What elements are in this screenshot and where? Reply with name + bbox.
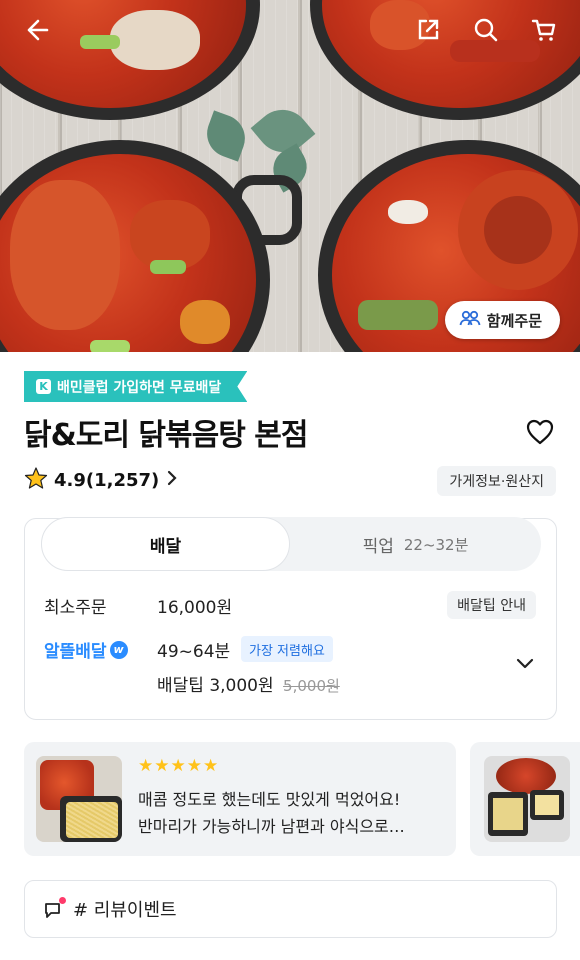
hero-food-image: 함께주문 (0, 0, 580, 352)
saver-delivery-logo: 알뜰배달 w (44, 637, 128, 662)
chevron-down-icon[interactable] (514, 653, 536, 675)
group-order-label: 함께주문 (486, 311, 542, 330)
tab-delivery[interactable]: 배달 (41, 517, 290, 571)
rating-summary[interactable]: 4.9(1,257) (24, 466, 179, 495)
delivery-card: 배달 픽업 22~32분 최소주문 16,000원 배달팁 안내 알뜰배달 w … (24, 517, 557, 720)
order-type-tabs: 배달 픽업 22~32분 (41, 517, 541, 571)
promo-text: 배민클럽 가입하면 무료배달 (57, 379, 222, 396)
tip-guide-button[interactable]: 배달팁 안내 (447, 591, 536, 619)
star-icon (24, 466, 48, 495)
store-name: 닭&도리 닭볶음탕 본점 (24, 418, 308, 453)
group-order-button[interactable]: 함께주문 (444, 301, 560, 339)
delivery-time: 49~64분 (157, 642, 231, 662)
share-icon[interactable] (412, 14, 444, 46)
tab-pickup[interactable]: 픽업 22~32분 (290, 517, 541, 571)
review-line-1: 매콤 정도로 했는데도 맛있게 먹었어요! (138, 790, 401, 809)
club-logo-icon: K (36, 379, 51, 394)
review-photo-next (484, 756, 570, 842)
back-arrow-icon[interactable] (20, 14, 52, 46)
tab-pickup-time: 22~32분 (403, 535, 469, 554)
rating-value: 4.9(1,257) (54, 470, 160, 491)
saver-logo-text: 알뜰배달 (44, 642, 107, 662)
min-order-value: 16,000원 (157, 598, 233, 618)
review-event-label: # 리뷰이벤트 (73, 900, 177, 921)
tab-pickup-label: 픽업 (362, 536, 394, 557)
saver-w-icon: w (109, 640, 128, 659)
megaphone-icon (43, 897, 66, 920)
review-photo (36, 756, 122, 842)
club-promo-banner[interactable]: K 배민클럽 가입하면 무료배달 (24, 371, 247, 402)
min-order-label: 최소주문 (44, 598, 107, 618)
group-icon (459, 309, 481, 331)
cart-icon[interactable] (528, 14, 560, 46)
review-line-2: 반마리가 가능하니까 남편과 야식으로… (138, 817, 405, 836)
delivery-tip-value: 배달팁 3,000원 (157, 676, 274, 696)
delivery-tip-original: 5,000원 (283, 677, 340, 695)
store-info-button[interactable]: 가게정보·원산지 (437, 466, 556, 496)
review-card[interactable]: ★★★★★ 매콤 정도로 했는데도 맛있게 먹었어요! 반마리가 가능하니까 남… (24, 742, 456, 856)
chevron-right-icon (165, 470, 179, 491)
review-event-banner[interactable]: # 리뷰이벤트 (24, 880, 557, 938)
review-card-next[interactable] (470, 742, 580, 856)
search-icon[interactable] (470, 14, 502, 46)
heart-icon[interactable] (524, 416, 556, 448)
delivery-tip-row: 배달팁 3,000원 5,000원 (157, 671, 340, 696)
cheapest-badge: 가장 저렴해요 (241, 636, 333, 662)
review-stars: ★★★★★ (138, 756, 220, 776)
